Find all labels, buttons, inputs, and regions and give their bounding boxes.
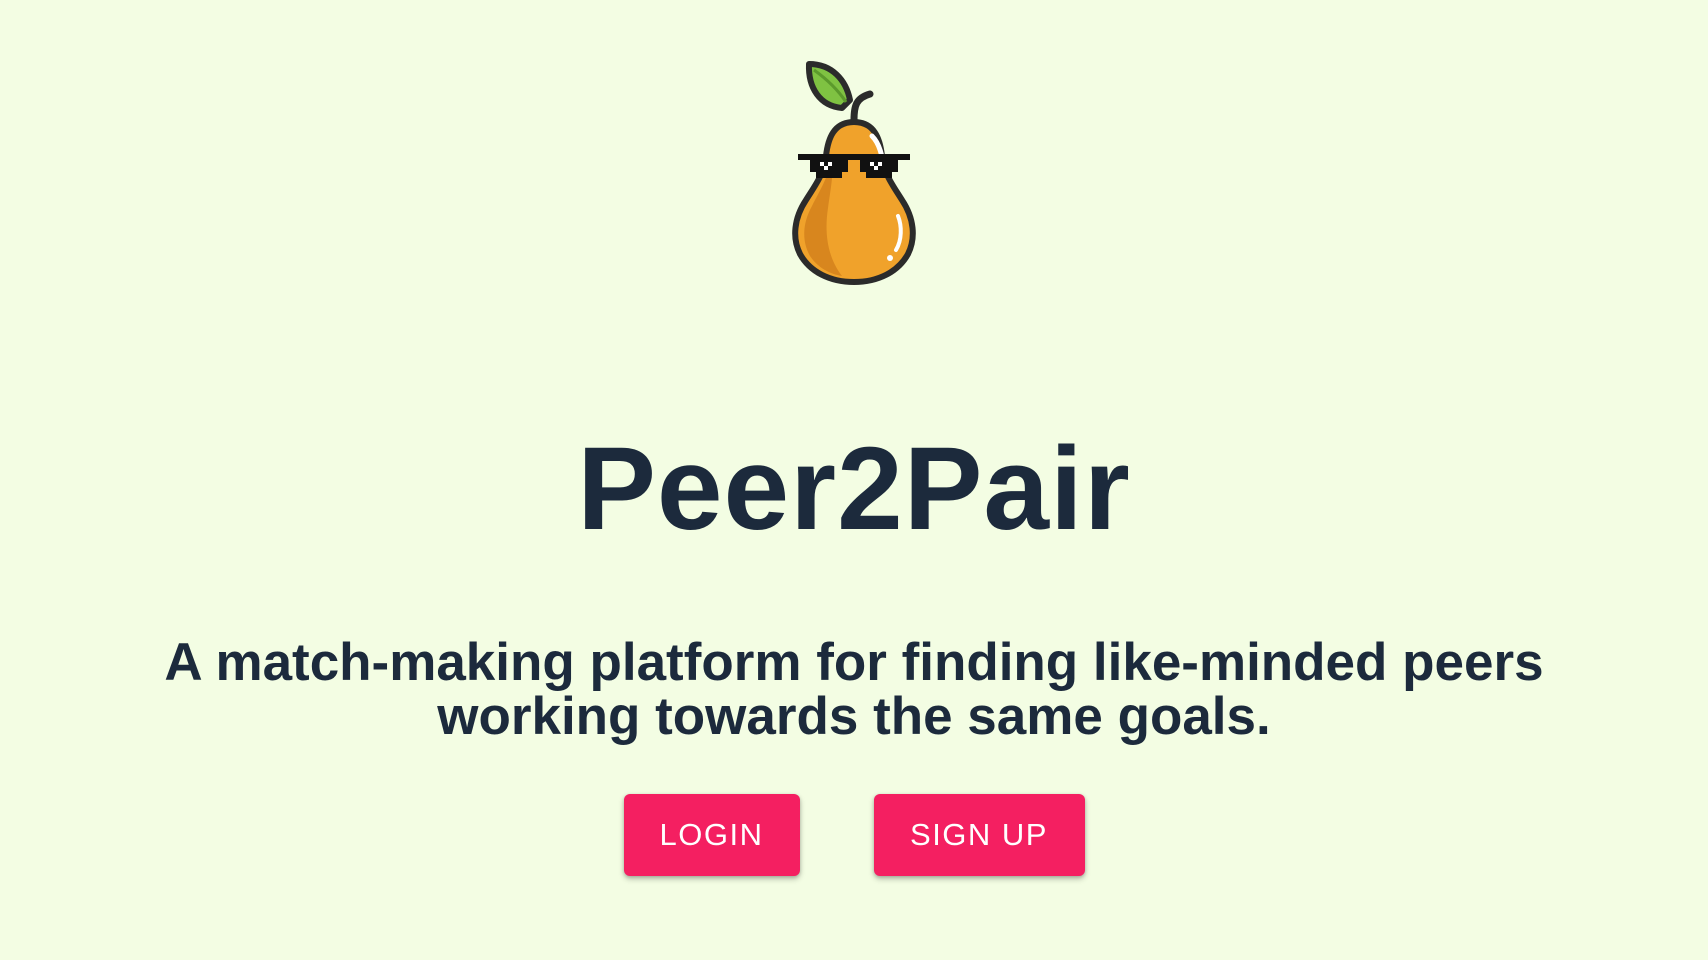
auth-actions: LOGIN SIGN UP [0,794,1708,876]
app-title: Peer2Pair [577,423,1131,555]
app-tagline: A match-making platform for finding like… [164,633,1544,746]
pear-logo-icon [780,58,928,286]
sign-up-button[interactable]: SIGN UP [873,794,1085,876]
login-button[interactable]: LOGIN [623,794,800,876]
